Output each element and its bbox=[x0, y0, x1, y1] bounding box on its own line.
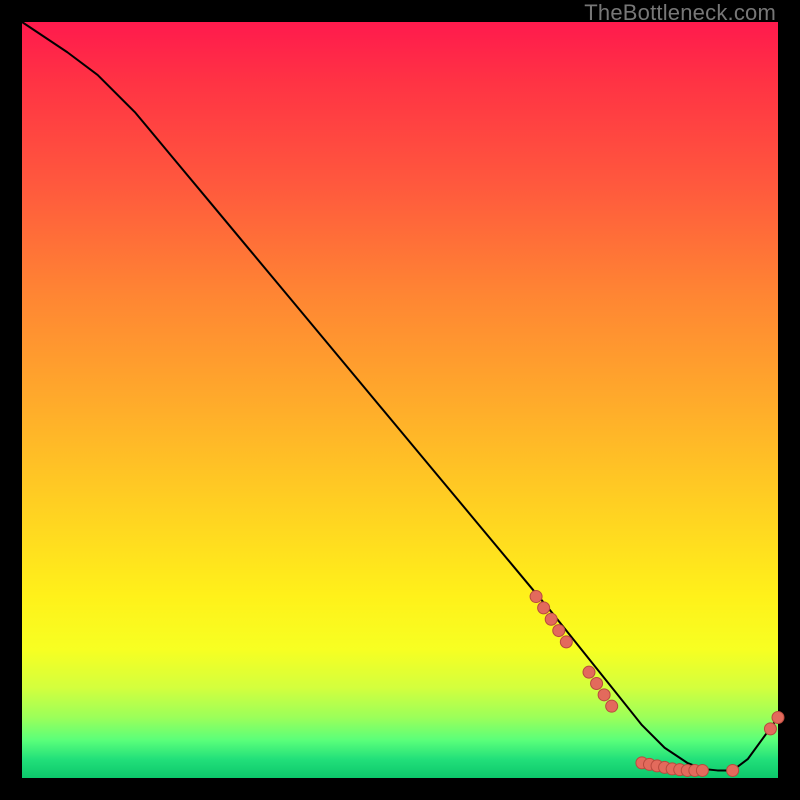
data-point bbox=[530, 591, 542, 603]
chart-overlay bbox=[22, 22, 778, 778]
data-point bbox=[553, 625, 565, 637]
data-point bbox=[583, 666, 595, 678]
data-point bbox=[598, 689, 610, 701]
chart-frame: TheBottleneck.com bbox=[0, 0, 800, 800]
data-point bbox=[591, 678, 603, 690]
data-points-group bbox=[530, 591, 784, 777]
data-point bbox=[538, 602, 550, 614]
bottleneck-curve bbox=[22, 22, 778, 770]
data-point bbox=[560, 636, 572, 648]
data-point bbox=[696, 764, 708, 776]
data-point bbox=[606, 700, 618, 712]
data-point bbox=[727, 764, 739, 776]
data-point bbox=[772, 712, 784, 724]
data-point bbox=[764, 723, 776, 735]
data-point bbox=[545, 613, 557, 625]
